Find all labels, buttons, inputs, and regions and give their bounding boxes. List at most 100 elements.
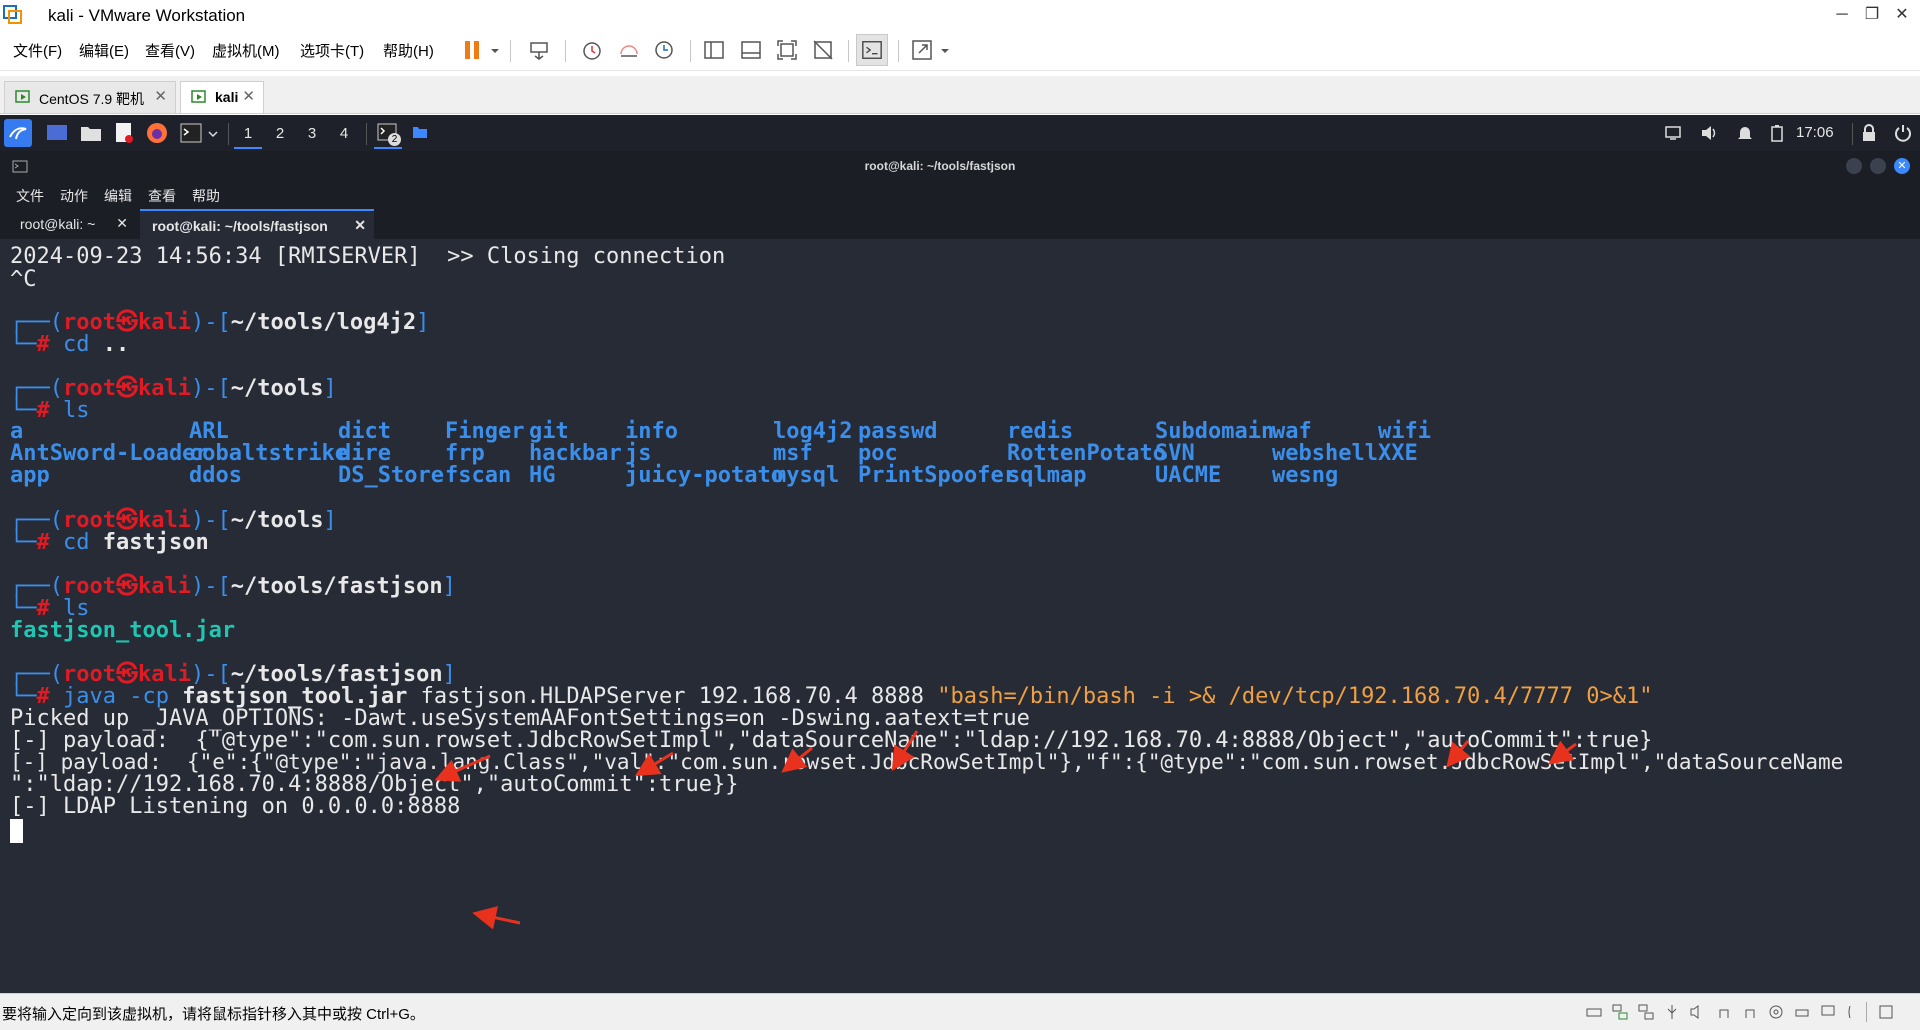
- terminal-menu-help[interactable]: 帮助: [192, 186, 220, 206]
- chevron-down-icon[interactable]: [490, 46, 500, 56]
- terminal-tab-home[interactable]: root@kali: ~ ✕: [8, 209, 136, 239]
- unity-mode-icon[interactable]: [811, 38, 835, 62]
- terminal-tab-bar: root@kali: ~ ✕ root@kali: ~/tools/fastjs…: [0, 207, 1920, 239]
- close-button[interactable]: ✕: [1890, 3, 1914, 27]
- hard-disk-icon[interactable]: [1586, 1004, 1602, 1020]
- restore-button[interactable]: ❐: [1860, 3, 1884, 27]
- ls-directory-entry: fscan: [445, 463, 512, 488]
- pause-icon[interactable]: [460, 38, 484, 62]
- network-icon[interactable]: [1612, 1004, 1628, 1020]
- snapshot-manager-icon[interactable]: [652, 38, 676, 62]
- window-count-badge: 2: [388, 133, 401, 146]
- thumbnail-bar-icon[interactable]: [739, 38, 763, 62]
- cd-dvd-icon[interactable]: [1768, 1004, 1784, 1020]
- lock-screen-icon[interactable]: [1862, 124, 1876, 142]
- chevron-down-icon[interactable]: [940, 46, 950, 56]
- snapshot-icon[interactable]: [580, 38, 604, 62]
- close-tab-icon[interactable]: ✕: [242, 87, 255, 105]
- vm-tab-kali[interactable]: kali ✕: [180, 81, 264, 113]
- panel-clock[interactable]: 17:06: [1796, 124, 1834, 141]
- terminal-line: [-] LDAP Listening on 0.0.0.0:8888: [10, 794, 461, 819]
- minimize-button[interactable]: [1846, 158, 1862, 174]
- terminal-output[interactable]: 2024-09-23 14:56:34 [RMISERVER] >> Closi…: [10, 243, 1910, 983]
- usb-device-icon[interactable]: [1716, 1004, 1732, 1020]
- console-view-button[interactable]: [856, 34, 888, 66]
- workspace-4[interactable]: 4: [330, 121, 358, 147]
- terminal-line: ^C: [10, 267, 37, 292]
- terminal-menu-edit[interactable]: 编辑: [104, 186, 132, 206]
- terminal-titlebar: root@kali: ~/tools/fastjson ✕: [0, 151, 1920, 181]
- menu-help[interactable]: 帮助(H): [383, 40, 434, 61]
- power-icon[interactable]: [1894, 124, 1912, 142]
- display-icon[interactable]: [1820, 1004, 1836, 1020]
- ls-directory-entry: sqlmap: [1007, 463, 1087, 488]
- minimize-button[interactable]: ─: [1830, 3, 1854, 27]
- workspace-3[interactable]: 3: [298, 121, 326, 147]
- message-icon[interactable]: [1846, 1004, 1862, 1020]
- text-editor-icon[interactable]: [114, 122, 134, 144]
- command-line: └─# cd fastjson: [10, 530, 209, 555]
- close-tab-icon[interactable]: ✕: [154, 87, 167, 105]
- stretch-icon[interactable]: [910, 38, 934, 62]
- sound-card-icon[interactable]: [1690, 1004, 1706, 1020]
- chevron-down-icon[interactable]: [208, 129, 218, 139]
- usb-icon[interactable]: [1664, 1004, 1680, 1020]
- console-icon: [862, 41, 882, 59]
- taskbar-terminal-button[interactable]: 2: [374, 121, 402, 149]
- terminal-title: root@kali: ~/tools/fastjson: [864, 159, 1016, 173]
- vm-tab-centos[interactable]: CentOS 7.9 靶机 ✕: [4, 81, 176, 113]
- ls-output: a AntSword-Loader app ARL cobaltstrike ddos di…: [10, 419, 1910, 488]
- close-tab-icon[interactable]: ✕: [116, 215, 128, 232]
- terminal-cursor: [10, 819, 23, 843]
- firefox-icon[interactable]: [146, 122, 168, 144]
- show-library-icon[interactable]: [702, 38, 726, 62]
- menu-vm[interactable]: 虚拟机(M): [212, 40, 280, 61]
- vmware-logo-icon: [3, 5, 22, 24]
- notification-bell-icon[interactable]: [1737, 124, 1753, 142]
- file-entry: fastjson_tool.jar: [10, 618, 236, 643]
- terminal-icon[interactable]: [180, 123, 202, 143]
- folder-icon[interactable]: [412, 125, 428, 139]
- menu-tabs[interactable]: 选项卡(T): [300, 40, 364, 61]
- revert-snapshot-icon[interactable]: [617, 38, 641, 62]
- display-icon[interactable]: [1665, 125, 1681, 141]
- terminal-window: root@kali: ~/tools/fastjson ✕ 文件 动作 编辑 查…: [0, 151, 1920, 993]
- kali-menu-button[interactable]: [4, 119, 32, 147]
- terminal-menu-action[interactable]: 动作: [60, 186, 88, 206]
- terminal-tab-fastjson[interactable]: root@kali: ~/tools/fastjson ✕: [140, 209, 374, 239]
- network-icon[interactable]: [1638, 1004, 1654, 1020]
- maximize-button[interactable]: [1870, 158, 1886, 174]
- toolbar-divider: [690, 40, 691, 62]
- menu-bar: 文件(F) 编辑(E) 查看(V) 虚拟机(M) 选项卡(T) 帮助(H): [0, 30, 1920, 71]
- full-screen-icon[interactable]: [775, 38, 799, 62]
- file-manager-icon[interactable]: [80, 123, 102, 143]
- show-desktop-icon[interactable]: [46, 123, 68, 143]
- terminal-menu-file[interactable]: 文件: [16, 186, 44, 206]
- toolbar-divider: [898, 40, 899, 62]
- volume-icon[interactable]: [1701, 125, 1719, 141]
- workspace-2[interactable]: 2: [266, 121, 294, 147]
- printer-icon[interactable]: [1794, 1004, 1810, 1020]
- workspace-1[interactable]: 1: [234, 121, 262, 149]
- menu-edit[interactable]: 编辑(E): [79, 40, 129, 61]
- terminal-menu-view[interactable]: 查看: [148, 186, 176, 206]
- battery-icon: [1771, 125, 1783, 142]
- kali-dragon-icon: [9, 127, 27, 140]
- vm-tab-label: CentOS 7.9 靶机: [39, 91, 145, 107]
- vm-tab-bar: CentOS 7.9 靶机 ✕ kali ✕: [0, 76, 1920, 114]
- usb-device-icon[interactable]: [1742, 1004, 1758, 1020]
- ls-directory-entry: HG: [529, 463, 556, 488]
- stretch-guest-icon[interactable]: [1878, 1004, 1894, 1020]
- close-button[interactable]: ✕: [1894, 158, 1910, 174]
- terminal-tab-label: root@kali: ~/tools/fastjson: [152, 218, 328, 234]
- menu-view[interactable]: 查看(V): [145, 40, 195, 61]
- send-ctrl-alt-del-icon[interactable]: [527, 38, 551, 62]
- close-tab-icon[interactable]: ✕: [354, 217, 366, 234]
- vm-running-icon: [191, 90, 206, 103]
- ls-directory-entry: UACME: [1155, 463, 1222, 488]
- panel-divider: [1852, 123, 1853, 145]
- ls-directory-entry: wesng: [1272, 463, 1339, 488]
- ls-directory-entry: DS_Store: [338, 463, 444, 488]
- panel-divider: [228, 123, 229, 145]
- menu-file[interactable]: 文件(F): [13, 40, 62, 61]
